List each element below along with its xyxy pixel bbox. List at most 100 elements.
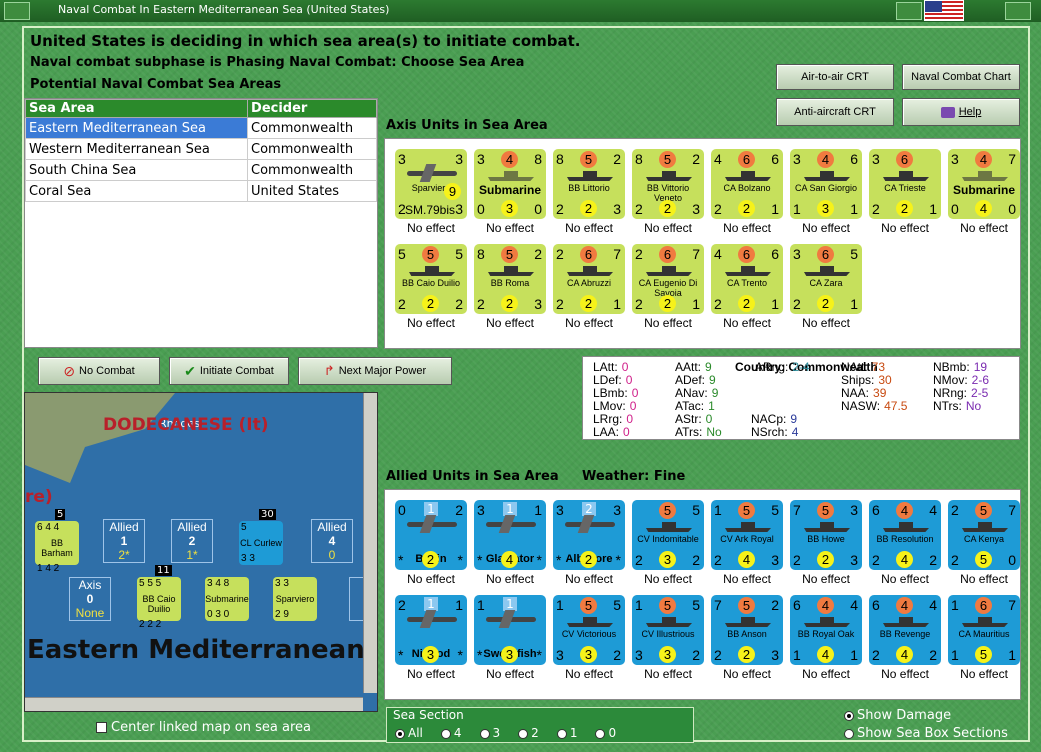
unit-counter[interactable]: 3 6 CA Trieste 2 2 1 No effect <box>865 149 941 239</box>
unit-counter[interactable]: 7 5 2 BB Anson 2 2 3 No effect <box>707 595 783 685</box>
counter-face[interactable]: 6 4 4 BB Revenge 2 4 2 <box>869 595 941 665</box>
counter-face[interactable]: 8 5 2 BB Roma 2 2 3 <box>474 244 546 314</box>
map-unit-counter[interactable]: 5 5 5 BB Caio Duilio 2 2 2 <box>137 577 181 630</box>
window-menu-icon[interactable] <box>4 2 30 20</box>
next-major-power-button[interactable]: ↱ Next Major Power <box>298 357 452 385</box>
unit-counter[interactable]: 2 5 7 CA Kenya 2 5 0 No effect <box>944 500 1020 590</box>
help-button[interactable]: Help <box>902 98 1020 126</box>
counter-face[interactable]: 323Albacore*2* <box>553 500 625 570</box>
unit-counter[interactable]: 8 5 2 BB Roma 2 2 3 No effect <box>470 244 546 334</box>
sea-area-map[interactable]: Rhodes DODECANESE (It) re) Allied 1 2* Alli… <box>24 392 378 712</box>
counter-face[interactable]: 2 6 7 CA Eugenio Di Savoia 2 2 1 <box>632 244 704 314</box>
map-vscroll[interactable] <box>363 393 377 693</box>
unit-counter[interactable]: 2 6 7 CA Eugenio Di Savoia 2 2 1 No effect <box>628 244 704 334</box>
map-unit-counter[interactable]: 5 CL Curlew 3 3 <box>239 521 283 565</box>
map-unit-counter[interactable]: 3 3 Sparviero 2 9 <box>273 577 317 621</box>
sea-section-option-4[interactable]: 4 <box>440 726 462 740</box>
unit-counter[interactable]: 1 5 5 CV Victorious 3 3 2 No effect <box>549 595 625 685</box>
unit-counter[interactable]: 3 6 5 CA Zara 2 2 1 No effect <box>786 244 862 334</box>
unit-counter[interactable]: 8 5 2 BB Vittorio Veneto 2 2 3 No effect <box>628 149 704 239</box>
counter-face[interactable]: 2 6 7 CA Abruzzi 2 2 1 <box>553 244 625 314</box>
unit-counter[interactable]: 3 4 8 Submarine 0 3 0 No effect <box>470 149 546 239</box>
sea-section-option-2[interactable]: 2 <box>518 726 539 740</box>
counter-face[interactable]: 11Swordfish*3* <box>474 595 546 665</box>
unit-counter[interactable]: 11Swordfish*3*No effect <box>470 595 546 685</box>
attack-value: 2 <box>635 246 643 262</box>
map-unit-counter[interactable]: 6 4 4 BB Barham 1 4 2 <box>35 521 79 574</box>
unit-counter[interactable]: 3 4 7 Submarine 0 4 0 No effect <box>944 149 1020 239</box>
sea-area-row[interactable]: Coral Sea United States <box>24 180 377 202</box>
bottom-left-value: 2 <box>951 552 959 568</box>
counter-face[interactable]: 1 5 5 CV Victorious 3 3 2 <box>553 595 625 665</box>
counter-face[interactable]: 012Baffin*2* <box>395 500 467 570</box>
map-unit-counter[interactable]: 3 4 8 Submarine 0 3 0 <box>205 577 249 621</box>
counter-face[interactable]: 4 6 6 CA Bolzano 2 2 1 <box>711 149 783 219</box>
unit-counter[interactable]: 4 6 6 CA Bolzano 2 2 1 No effect <box>707 149 783 239</box>
unit-counter[interactable]: 5 5 CV Indomitable 2 3 2 No effect <box>628 500 704 590</box>
sea-area-row[interactable]: Eastern Mediterranean Sea Commonwealth <box>24 117 377 139</box>
map-hscroll[interactable] <box>25 697 363 711</box>
initiate-combat-button[interactable]: ✔ Initiate Combat <box>169 357 289 385</box>
counter-face[interactable]: 6 4 4 BB Royal Oak 1 4 1 <box>790 595 862 665</box>
counter-face[interactable]: 1 5 5 CV Illustrious 3 3 2 <box>632 595 704 665</box>
unit-counter[interactable]: 1 5 5 CV Ark Royal 2 4 3 No effect <box>707 500 783 590</box>
counter-face[interactable]: 1 5 5 CV Ark Royal 2 4 3 <box>711 500 783 570</box>
counter-face[interactable]: 5 5 5 BB Caio Duilio 2 2 2 <box>395 244 467 314</box>
unit-counter[interactable]: 8 5 2 BB Littorio 2 2 3 No effect <box>549 149 625 239</box>
unit-counter[interactable]: 4 6 6 CA Trento 2 2 1 No effect <box>707 244 783 334</box>
unit-counter[interactable]: 012Baffin*2*No effect <box>391 500 467 590</box>
counter-face[interactable]: 4 6 6 CA Trento 2 2 1 <box>711 244 783 314</box>
counter-face[interactable]: 3 4 7 Submarine 0 4 0 <box>948 149 1020 219</box>
counter-face[interactable]: 7 5 3 BB Howe 2 2 3 <box>790 500 862 570</box>
unit-counter[interactable]: 2 6 7 CA Abruzzi 2 2 1 No effect <box>549 244 625 334</box>
counter-face[interactable]: 5 5 CV Indomitable 2 3 2 <box>632 500 704 570</box>
map-sea-box[interactable]: Allied 1 2* <box>103 519 145 563</box>
anti-aircraft-crt-button[interactable]: Anti-aircraft CRT <box>776 98 894 126</box>
counter-face[interactable]: 3 4 8 Submarine 0 3 0 <box>474 149 546 219</box>
counter-face[interactable]: 311Gladiator*4* <box>474 500 546 570</box>
map-sea-box[interactable]: Axis 0 None <box>69 577 111 621</box>
map-sea-box[interactable]: Allied 2 1* <box>171 519 213 563</box>
unit-counter[interactable]: 1 6 7 CA Mauritius 1 5 1 No effect <box>944 595 1020 685</box>
unit-counter[interactable]: 311Gladiator*4*No effect <box>470 500 546 590</box>
sea-area-row[interactable]: South China Sea Commonwealth <box>24 159 377 181</box>
unit-counter[interactable]: 3 3 Sparviero 2 9 SM.79bis 3 No effect <box>391 149 467 239</box>
sea-area-row[interactable]: Western Mediterranean Sea Commonwealth <box>24 138 377 160</box>
col-decider[interactable]: Decider <box>247 99 377 118</box>
counter-face[interactable]: 8 5 2 BB Littorio 2 2 3 <box>553 149 625 219</box>
unit-counter[interactable]: 6 4 4 BB Royal Oak 1 4 1 No effect <box>786 595 862 685</box>
map-sea-box[interactable]: Allied 4 0 <box>311 519 353 563</box>
counter-face[interactable]: 2 5 7 CA Kenya 2 5 0 <box>948 500 1020 570</box>
unit-counter[interactable]: 1 5 5 CV Illustrious 3 3 2 No effect <box>628 595 704 685</box>
counter-face[interactable]: 3 6 CA Trieste 2 2 1 <box>869 149 941 219</box>
counter-face[interactable]: 6 4 4 BB Resolution 2 4 2 <box>869 500 941 570</box>
counter-face[interactable]: 211Nimrod*3* <box>395 595 467 665</box>
naval-combat-chart-button[interactable]: Naval Combat Chart <box>902 64 1020 90</box>
unit-counter[interactable]: 323Albacore*2*No effect <box>549 500 625 590</box>
unit-counter[interactable]: 6 4 4 BB Resolution 2 4 2 No effect <box>865 500 941 590</box>
counter-face[interactable]: 7 5 2 BB Anson 2 2 3 <box>711 595 783 665</box>
show-damage-radio[interactable]: Show Damage <box>844 708 951 723</box>
unit-counter[interactable]: 6 4 4 BB Revenge 2 4 2 No effect <box>865 595 941 685</box>
counter-face[interactable]: 3 3 Sparviero 2 9 SM.79bis 3 <box>395 149 467 219</box>
unit-counter[interactable]: 211Nimrod*3*No effect <box>391 595 467 685</box>
show-sections-radio[interactable]: Show Sea Box Sections <box>844 726 1008 741</box>
bottom-left-value: 2 <box>635 552 643 568</box>
col-sea-area[interactable]: Sea Area <box>24 99 249 118</box>
counter-face[interactable]: 3 6 5 CA Zara 2 2 1 <box>790 244 862 314</box>
sea-section-option-all[interactable]: All <box>395 726 423 740</box>
minimize-icon[interactable] <box>896 2 922 20</box>
center-map-checkbox[interactable]: Center linked map on sea area <box>96 720 311 735</box>
no-combat-button[interactable]: ⊘ No Combat <box>38 357 160 385</box>
unit-counter[interactable]: 3 4 6 CA San Giorgio 1 3 1 No effect <box>786 149 862 239</box>
sea-section-option-3[interactable]: 3 <box>479 726 500 740</box>
close-icon[interactable] <box>1005 2 1031 20</box>
sea-section-option-0[interactable]: 0 <box>595 726 616 740</box>
unit-counter[interactable]: 5 5 5 BB Caio Duilio 2 2 2 No effect <box>391 244 467 334</box>
unit-counter[interactable]: 7 5 3 BB Howe 2 2 3 No effect <box>786 500 862 590</box>
sea-section-option-1[interactable]: 1 <box>556 726 577 740</box>
counter-face[interactable]: 8 5 2 BB Vittorio Veneto 2 2 3 <box>632 149 704 219</box>
counter-face[interactable]: 3 4 6 CA San Giorgio 1 3 1 <box>790 149 862 219</box>
air-to-air-crt-button[interactable]: Air-to-air CRT <box>776 64 894 90</box>
counter-face[interactable]: 1 6 7 CA Mauritius 1 5 1 <box>948 595 1020 665</box>
